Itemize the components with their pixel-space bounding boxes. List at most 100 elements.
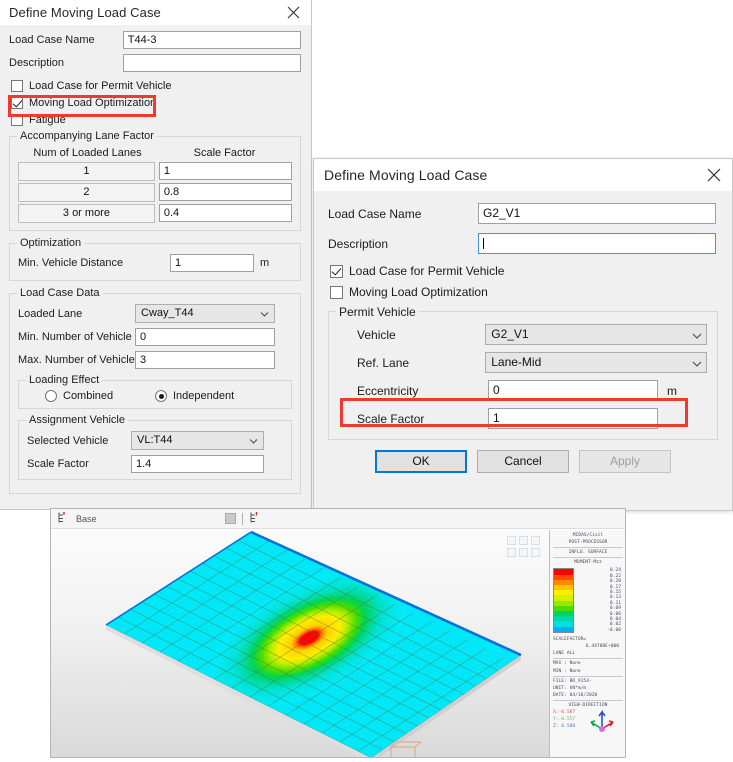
works-tree-icon-2[interactable] — [249, 511, 262, 527]
close-icon[interactable] — [704, 165, 724, 185]
accompanying-lane-factor-group: Accompanying Lane Factor Num of Loaded L… — [9, 130, 301, 231]
legend-line-3: INFLU. SURFACE — [568, 550, 608, 556]
vehicle-select[interactable]: G2_V1 — [485, 324, 707, 345]
legend-divider — [553, 700, 623, 701]
works-tree-icon[interactable] — [57, 511, 70, 527]
vehicle-value: G2_V1 — [491, 327, 529, 341]
group-title: Load Case Data — [17, 287, 103, 299]
max-label: MAX : None — [553, 661, 581, 667]
model-viewport[interactable]: Base MIDAS/Civil POST-PROCESSOR INFLU. S… — [50, 508, 626, 758]
view-cube-widget[interactable] — [507, 536, 541, 562]
load-case-name-row: Load Case Name T44-3 — [9, 31, 301, 49]
viewport-toolbar[interactable]: Base — [51, 509, 625, 529]
radio-independent[interactable]: Independent — [155, 390, 234, 402]
radio-button[interactable] — [155, 390, 167, 402]
checkbox-fatigue[interactable]: Fatigue — [11, 114, 301, 126]
selected-vehicle-select[interactable]: VL:T44 — [131, 431, 264, 450]
scale-factor-input[interactable]: 1.4 — [131, 455, 264, 473]
define-moving-load-case-dialog-2[interactable]: Define Moving Load Case Load Case Name G… — [313, 158, 733, 511]
radio-label: Combined — [63, 390, 114, 402]
lane-factor-header: Num of Loaded Lanes Scale Factor — [18, 147, 292, 159]
loaded-lane-select[interactable]: Cway_T44 — [135, 304, 275, 323]
checkbox-box[interactable] — [11, 80, 23, 92]
close-icon[interactable] — [283, 2, 303, 22]
checkbox-load-case-for-permit-vehicle[interactable]: Load Case for Permit Vehicle — [11, 80, 301, 92]
checkbox-load-case-for-permit-vehicle[interactable]: Load Case for Permit Vehicle — [330, 264, 718, 278]
checkbox-label: Moving Load Optimization — [29, 97, 157, 109]
chevron-down-icon — [692, 330, 702, 339]
group-title: Permit Vehicle — [336, 305, 419, 319]
contour-value-labels: 0.24 0.22 0.20 0.17 0.15 0.13 0.11 0.09 … — [574, 568, 623, 633]
load-case-data-group: Load Case Data Loaded Lane Cway_T44 Min.… — [9, 287, 301, 494]
checkbox-box[interactable] — [11, 97, 23, 109]
scale-factor-input[interactable]: 0.8 — [158, 183, 292, 201]
file-label: FILE: BR_9154- — [553, 678, 592, 684]
min-number-of-vehicle-input[interactable]: 0 — [135, 328, 275, 346]
scale-factor-input[interactable]: 1 — [158, 162, 292, 180]
permit-vehicle-group: Permit Vehicle Vehicle G2_V1 Ref. Lane L… — [328, 305, 718, 440]
scalefactor-label: SCALEFACTOR= — [553, 637, 587, 643]
dropdown-icon[interactable] — [225, 513, 237, 524]
description-input[interactable] — [122, 54, 301, 72]
dialog-2-button-bar: OK Cancel Apply — [328, 450, 718, 477]
scale-factor-input[interactable]: 1 — [488, 408, 658, 429]
checkbox-moving-load-optimization[interactable]: Moving Load Optimization — [11, 97, 301, 109]
optimization-group: Optimization Min. Vehicle Distance 1 m — [9, 237, 301, 281]
scale-factor-row: Scale Factor 1.4 — [27, 455, 283, 473]
checkbox-box[interactable] — [330, 264, 343, 278]
eccentricity-unit: m — [667, 383, 677, 398]
date-label: DATE: 04/18/2020 — [553, 692, 598, 698]
post-processor-legend: MIDAS/Civil POST-PROCESSOR INFLU. SURFAC… — [549, 530, 625, 757]
min-number-of-vehicle-label: Min. Number of Vehicle — [18, 331, 132, 343]
selected-vehicle-value: VL:T44 — [137, 434, 173, 446]
group-title: Assignment Vehicle — [26, 414, 128, 426]
radio-button[interactable] — [45, 390, 57, 402]
contour-color-bar-wrap: 0.24 0.22 0.20 0.17 0.15 0.13 0.11 0.09 … — [553, 568, 623, 634]
legend-divider — [553, 675, 623, 677]
cancel-button[interactable]: Cancel — [477, 450, 569, 473]
radio-combined[interactable]: Combined — [45, 390, 155, 402]
checkbox-label: Load Case for Permit Vehicle — [29, 80, 172, 92]
scale-factor-row: Scale Factor 1 — [339, 408, 707, 429]
load-case-name-input[interactable]: T44-3 — [122, 31, 301, 49]
min-vehicle-distance-label: Min. Vehicle Distance — [18, 257, 124, 269]
legend-line-1: MIDAS/Civil — [572, 533, 604, 538]
define-moving-load-case-dialog-1[interactable]: Define Moving Load Case Load Case Name T… — [0, 0, 312, 510]
checkbox-label: Fatigue — [29, 114, 66, 126]
ref-lane-select[interactable]: Lane-Mid — [485, 352, 707, 373]
dialog-2-body: Load Case Name G2_V1 Description Load Ca… — [314, 191, 732, 485]
scale-factor-input[interactable]: 0.4 — [158, 204, 292, 222]
dialog-2-title-bar[interactable]: Define Moving Load Case — [314, 159, 732, 191]
lanes-cell: 1 — [18, 162, 155, 181]
checkbox-moving-load-optimization[interactable]: Moving Load Optimization — [330, 285, 718, 299]
checkbox-box[interactable] — [11, 114, 23, 126]
col-scale-factor: Scale Factor — [193, 147, 256, 159]
min-vehicle-distance-row: Min. Vehicle Distance 1 m — [18, 254, 292, 272]
contour-plot-scene[interactable] — [51, 530, 549, 757]
chevron-down-icon — [260, 309, 269, 318]
max-number-of-vehicle-input[interactable]: 3 — [135, 351, 275, 369]
ref-lane-value: Lane-Mid — [491, 355, 542, 369]
loaded-lane-label: Loaded Lane — [18, 307, 83, 320]
axis-triad-icon — [585, 707, 619, 735]
assignment-vehicle-group: Assignment Vehicle Selected Vehicle VL:T… — [18, 414, 292, 480]
description-input[interactable] — [478, 233, 716, 254]
ref-lane-row: Ref. Lane Lane-Mid — [339, 352, 707, 373]
loaded-lane-row: Loaded Lane Cway_T44 — [18, 304, 292, 323]
checkbox-box[interactable] — [330, 285, 343, 299]
dialog-2-title: Define Moving Load Case — [324, 167, 488, 183]
dialog-1-title-bar[interactable]: Define Moving Load Case — [0, 0, 311, 25]
loaded-lane-value: Cway_T44 — [141, 307, 194, 319]
color-band — [554, 626, 573, 632]
min-number-of-vehicle-row: Min. Number of Vehicle 0 — [18, 328, 292, 346]
description-label: Description — [328, 236, 389, 251]
load-case-name-input[interactable]: G2_V1 — [478, 203, 716, 224]
lane-label: LANE ALL — [553, 651, 576, 657]
scale-factor-label: Scale Factor — [357, 411, 425, 426]
min-vehicle-distance-input[interactable]: 1 — [170, 254, 254, 272]
min-label: MIN : None — [553, 668, 581, 674]
toolbar-separator — [242, 512, 244, 525]
ok-button[interactable]: OK — [375, 450, 467, 473]
unit-label: UNIT: kN*m/m — [553, 685, 587, 691]
eccentricity-input[interactable]: 0 — [488, 380, 658, 401]
